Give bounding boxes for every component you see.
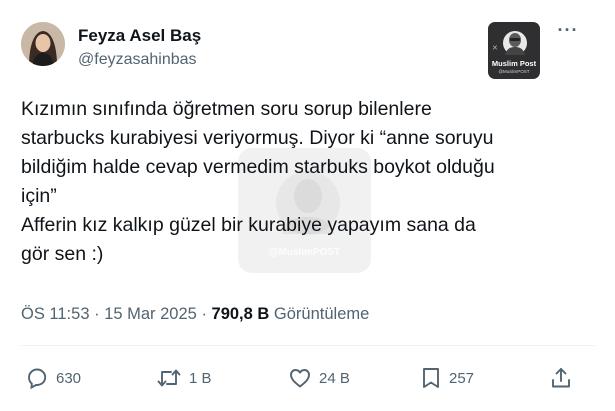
repost-count: 1 B xyxy=(189,369,212,387)
tweet-text: Kızımın sınıfında öğretmen soru sorup bi… xyxy=(21,95,591,269)
tweet-date[interactable]: 15 Mar 2025 xyxy=(104,305,197,323)
badge-subtitle: @MuslimPOST xyxy=(498,69,530,74)
divider xyxy=(21,345,595,346)
tweet-card: Feyza Asel Baş @feyzasahinbas ✕ Muslim P… xyxy=(0,0,615,411)
views-label: Görüntüleme xyxy=(273,305,370,323)
author-name[interactable]: Feyza Asel Baş xyxy=(78,26,201,46)
meta-separator: · xyxy=(94,305,100,323)
tweet-line: starbucks kurabiyesi veriyormuş. Diyor k… xyxy=(21,127,494,149)
repost-icon xyxy=(155,366,183,390)
badge-title: Muslim Post xyxy=(491,59,537,68)
muslim-post-badge-logo: ✕ Muslim Post @MuslimPOST xyxy=(488,22,540,79)
tweet-line: Afferin kız kalkıp güzel bir kurabiye ya… xyxy=(21,214,476,236)
meta-separator: · xyxy=(201,305,207,323)
reply-icon xyxy=(24,366,50,390)
bookmark-icon xyxy=(419,366,443,390)
like-count: 24 B xyxy=(319,369,350,387)
bookmark-button[interactable]: 257 xyxy=(419,366,474,390)
bookmark-count: 257 xyxy=(449,369,475,387)
share-icon xyxy=(549,366,573,390)
author-handle[interactable]: @feyzasahinbas xyxy=(78,51,197,69)
like-button[interactable]: 24 B xyxy=(287,366,350,390)
more-options-icon[interactable]: ··· xyxy=(556,21,580,44)
share-button[interactable] xyxy=(549,366,573,390)
tweet-line: Kızımın sınıfında öğretmen soru sorup bi… xyxy=(21,98,432,120)
heart-icon xyxy=(287,366,313,390)
tweet-meta: ÖS 11:53 · 15 Mar 2025 · 790,8 B Görüntü… xyxy=(21,305,369,324)
tweet-line: için” xyxy=(21,185,57,207)
x-logo-icon: ✕ xyxy=(492,45,498,52)
tweet-line: bildiğim halde cevap vermedim starbuks b… xyxy=(21,156,495,178)
author-avatar[interactable] xyxy=(21,22,65,66)
views-count: 790,8 B xyxy=(211,305,270,323)
repost-button[interactable]: 1 B xyxy=(155,366,212,390)
tweet-line: gör sen :) xyxy=(21,243,104,265)
tweet-time[interactable]: ÖS 11:53 xyxy=(21,305,90,323)
reply-count: 630 xyxy=(56,369,82,387)
reply-button[interactable]: 630 xyxy=(24,366,81,390)
